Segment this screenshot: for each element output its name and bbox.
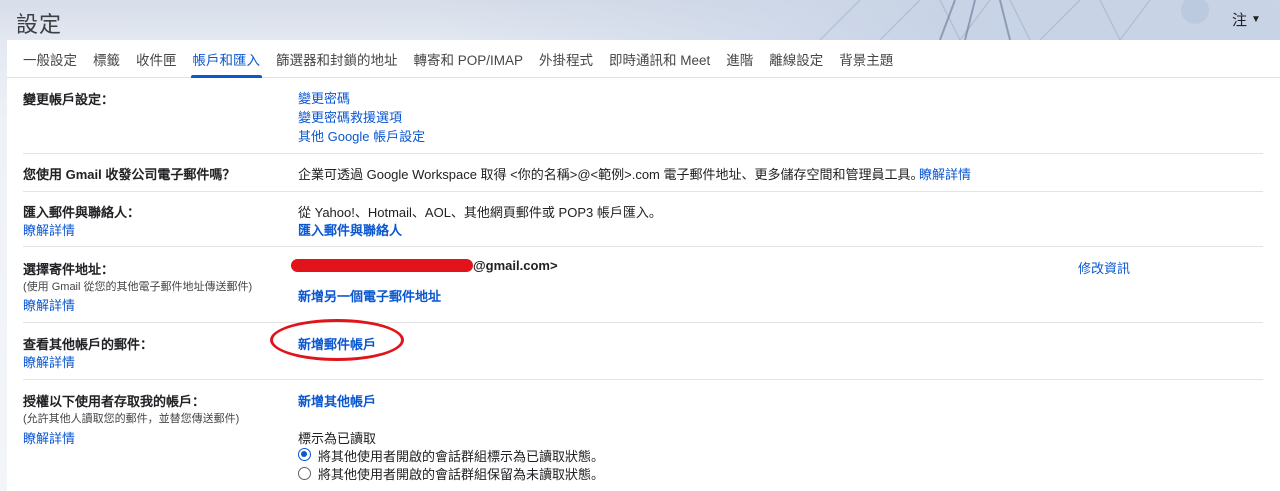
tab-addons[interactable]: 外掛程式 <box>531 40 601 77</box>
tab-filters[interactable]: 篩選器和封鎖的地址 <box>268 40 406 77</box>
keep-unread-radio[interactable] <box>298 467 311 480</box>
tab-chat-meet[interactable]: 即時通訊和 Meet <box>601 40 718 77</box>
row-label: 選擇寄件地址： <box>23 262 115 277</box>
mark-read-option-label: 將其他使用者開啟的會話群組標示為已讀取狀態。 <box>318 449 605 464</box>
row-workspace: 您使用 Gmail 收發公司電子郵件嗎？ 企業可透過 Google Worksp… <box>23 154 1263 192</box>
row-import: 匯入郵件與聯絡人： 瞭解詳情 從 Yahoo!、Hotmail、AOL、其他網頁… <box>23 192 1263 247</box>
row-change-account: 變更帳戶設定： 變更密碼 變更密碼救援選項 其他 Google 帳戶設定 <box>23 78 1263 154</box>
redaction-mark <box>291 259 473 272</box>
tab-inbox[interactable]: 收件匣 <box>128 40 185 77</box>
mark-read-radio[interactable] <box>298 448 311 461</box>
row-label: 匯入郵件與聯絡人： <box>23 205 141 220</box>
row-sublabel: (允許其他人讀取您的郵件，並替您傳送郵件) <box>23 413 240 425</box>
send-as-address: @gmail.com> <box>473 258 558 273</box>
keep-unread-option-label: 將其他使用者開啟的會話群組保留為未讀取狀態。 <box>318 467 605 482</box>
change-password-link[interactable]: 變更密碼 <box>298 88 350 107</box>
tab-advanced[interactable]: 進階 <box>718 40 761 77</box>
settings-tabs: 一般設定 標籤 收件匣 帳戶和匯入 篩選器和封鎖的地址 轉寄和 POP/IMAP… <box>7 40 1280 78</box>
row-label: 變更帳戶設定： <box>23 92 115 107</box>
add-mail-account-link[interactable]: 新增郵件帳戶 <box>298 334 376 353</box>
check-mail-learn-more-link[interactable]: 瞭解詳情 <box>23 352 75 371</box>
add-other-account-link[interactable]: 新增其他帳戶 <box>298 391 376 410</box>
tab-forwarding[interactable]: 轉寄和 POP/IMAP <box>406 40 532 77</box>
change-recovery-link[interactable]: 變更密碼救援選項 <box>298 107 402 126</box>
tab-labels[interactable]: 標籤 <box>85 40 128 77</box>
send-as-learn-more-link[interactable]: 瞭解詳情 <box>23 295 75 314</box>
row-grant-access: 授權以下使用者存取我的帳戶： (允許其他人讀取您的郵件，並替您傳送郵件) 瞭解詳… <box>23 380 1263 491</box>
page-title: 設定 <box>16 12 63 37</box>
account-button[interactable]: 注 ▼ <box>1232 9 1261 30</box>
tab-accounts-import[interactable]: 帳戶和匯入 <box>185 40 269 78</box>
row-send-as: 選擇寄件地址： (使用 Gmail 從您的其他電子郵件地址傳送郵件) 瞭解詳情 … <box>23 247 1263 323</box>
import-mail-contacts-link[interactable]: 匯入郵件與聯絡人 <box>298 220 402 239</box>
account-label: 注 <box>1232 12 1248 29</box>
mark-read-title: 標示為已讀取 <box>298 431 377 446</box>
import-text: 從 Yahoo!、Hotmail、AOL、其他網頁郵件或 POP3 帳戶匯入。 <box>298 205 662 220</box>
add-email-address-link[interactable]: 新增另一個電子郵件地址 <box>298 286 441 305</box>
tab-offline[interactable]: 離線設定 <box>761 40 831 77</box>
workspace-text: 企業可透過 Google Workspace 取得 <你的名稱>@<範例>.co… <box>298 167 924 182</box>
tab-general[interactable]: 一般設定 <box>7 40 85 77</box>
row-check-mail: 查看其他帳戶的郵件： 瞭解詳情 新增郵件帳戶 <box>23 319 1263 380</box>
tab-themes[interactable]: 背景主題 <box>831 40 901 77</box>
workspace-learn-more-link[interactable]: 瞭解詳情 <box>919 164 971 183</box>
edit-info-link[interactable]: 修改資訊 <box>1078 258 1130 277</box>
caret-down-icon: ▼ <box>1251 14 1261 25</box>
row-label: 查看其他帳戶的郵件： <box>23 337 154 352</box>
row-label: 您使用 Gmail 收發公司電子郵件嗎？ <box>23 167 236 182</box>
row-sublabel: (使用 Gmail 從您的其他電子郵件地址傳送郵件) <box>23 281 253 293</box>
grant-access-learn-more-link[interactable]: 瞭解詳情 <box>23 428 75 447</box>
row-label: 授權以下使用者存取我的帳戶： <box>23 394 206 409</box>
import-learn-more-link[interactable]: 瞭解詳情 <box>23 220 75 239</box>
other-google-settings-link[interactable]: 其他 Google 帳戶設定 <box>298 126 425 145</box>
